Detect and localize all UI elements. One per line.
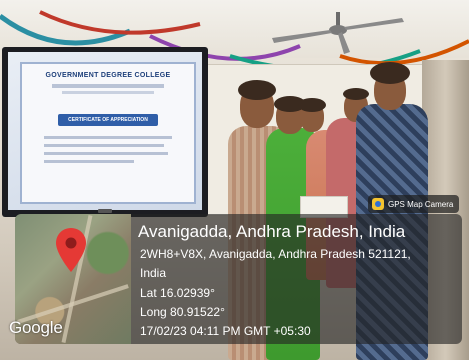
badge-label: GPS Map Camera	[388, 199, 454, 209]
map-pin-icon	[56, 228, 86, 272]
photo-scene: GOVERNMENT DEGREE COLLEGE CERTIFICATE OF…	[0, 0, 469, 360]
certificate-college-name: GOVERNMENT DEGREE COLLEGE	[45, 72, 171, 79]
longitude: Long 80.91522°	[140, 305, 225, 319]
certificate-text-line	[44, 152, 168, 155]
screen-content: GOVERNMENT DEGREE COLLEGE CERTIFICATE OF…	[8, 52, 202, 210]
gps-map-camera-icon	[372, 198, 384, 210]
google-watermark: Google	[9, 318, 63, 337]
certificate-text-line	[44, 144, 164, 147]
certificate-title: CERTIFICATE OF APPRECIATION	[58, 114, 158, 126]
certificate-slide: GOVERNMENT DEGREE COLLEGE CERTIFICATE OF…	[20, 62, 196, 204]
ceiling-fan	[272, 12, 404, 54]
certificate-subline	[62, 91, 154, 94]
timestamp: 17/02/23 04:11 PM GMT +05:30	[140, 324, 311, 338]
location-title: Avanigadda, Andhra Pradesh, India	[138, 222, 406, 241]
gps-map-camera-badge: GPS Map Camera	[368, 195, 460, 213]
address-line-2: India	[140, 266, 167, 280]
certificate-text-line	[44, 136, 172, 139]
monitor-logo	[98, 209, 112, 213]
certificate-subline	[52, 84, 164, 88]
address-line-1: 2WH8+V8X, Avanigadda, Andhra Pradesh 521…	[140, 247, 411, 261]
certificate-text-line	[44, 160, 134, 163]
latitude: Lat 16.02939°	[140, 286, 215, 300]
